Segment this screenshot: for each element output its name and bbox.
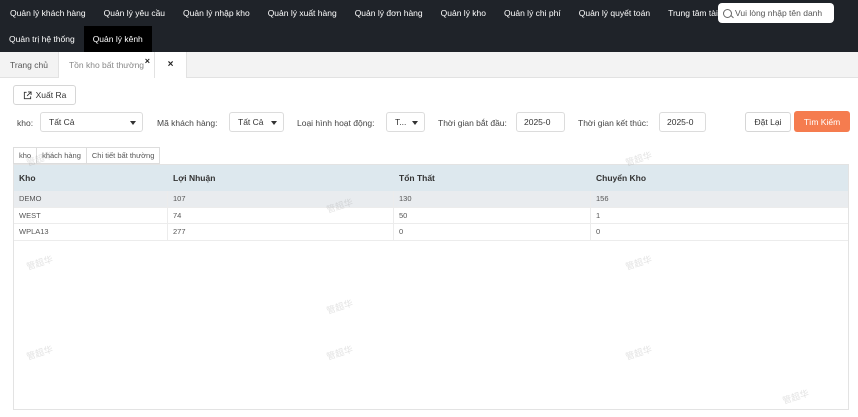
warehouse-filter-label: kho: [17, 118, 34, 128]
chevron-down-icon [412, 121, 418, 125]
table-cell: 1 [596, 210, 601, 220]
table-cell: 107 [168, 191, 394, 207]
nav-cost-management[interactable]: Quản lý chi phí [504, 8, 561, 18]
column-header-loss[interactable]: Tổn Thất [394, 165, 591, 191]
page-tabs: Trang chủ Tồn kho bất thường × × [0, 52, 858, 78]
nav-search-input[interactable] [735, 8, 835, 18]
end-time-input[interactable]: 2025-0 [659, 112, 706, 132]
table-cell: 277 [168, 224, 394, 240]
reset-button[interactable]: Đặt Lại [745, 112, 791, 132]
table-cell: 74 [168, 207, 394, 223]
table-cell: 156 [596, 194, 609, 203]
chevron-down-icon [271, 121, 277, 125]
report-subtabs: kho khách hàng Chi tiết bất thường [13, 147, 161, 164]
nav-request-management[interactable]: Quản lý yêu cầu [104, 8, 165, 18]
subtab-abnormal-details[interactable]: Chi tiết bất thường [85, 147, 161, 164]
nav-row-secondary: Quản trị hệ thống Quản lý kênh [0, 26, 858, 52]
nav-outbound-management[interactable]: Quản lý xuất hàng [268, 8, 337, 18]
tab-abnormal-inventory[interactable]: Tồn kho bất thường × [58, 52, 156, 78]
table-header: Kho Lợi Nhuận Tổn Thất Chuyển Kho [14, 165, 848, 191]
table-cell: 0 [596, 227, 601, 236]
nav-system-admin[interactable]: Quản trị hệ thống [0, 26, 84, 52]
activity-type-filter-label: Loại hình hoạt động: [297, 118, 375, 128]
start-time-input[interactable]: 2025-0 [516, 112, 565, 132]
nav-channel-management[interactable]: Quản lý kênh [83, 26, 152, 52]
warehouse-select-value: Tất Cả [49, 117, 75, 127]
export-icon [23, 90, 32, 99]
nav-order-management[interactable]: Quản lý đơn hàng [355, 8, 423, 18]
nav-customer-management[interactable]: Quản lý khách hàng [10, 8, 86, 18]
table-cell: 0 [394, 224, 591, 240]
table-cell: 130 [394, 191, 591, 207]
export-button[interactable]: Xuất Ra [13, 85, 76, 105]
warehouse-select[interactable]: Tất Cả [40, 112, 143, 132]
customer-select-value: Tất Cả [238, 117, 264, 127]
customer-filter-label: Mã khách hàng: [157, 118, 218, 128]
table-row[interactable]: WPLA13 277 0 0 [14, 224, 848, 241]
activity-type-select-value: T... [395, 117, 407, 127]
column-header-profit[interactable]: Lợi Nhuận [168, 165, 394, 191]
top-nav: Quản lý khách hàng Quản lý yêu cầu Quản … [0, 0, 858, 52]
nav-settlement-management[interactable]: Quản lý quyết toán [579, 8, 650, 18]
subtab-warehouse[interactable]: kho [13, 147, 37, 164]
table-cell: WPLA13 [14, 224, 168, 240]
close-all-tabs-button[interactable]: × [155, 52, 188, 78]
table-cell: DEMO [14, 191, 168, 207]
nav-inbound-management[interactable]: Quản lý nhập kho [183, 8, 250, 18]
table-cell: WEST [14, 207, 168, 223]
table-row[interactable]: DEMO 107 130 156 [14, 191, 848, 208]
nav-warehouse-management[interactable]: Quản lý kho [441, 8, 486, 18]
search-icon [723, 8, 732, 18]
subtab-customer[interactable]: khách hàng [36, 147, 86, 164]
close-icon[interactable]: × [145, 48, 150, 74]
end-time-filter-label: Thời gian kết thúc: [578, 118, 649, 128]
column-header-transfer[interactable]: Chuyển Kho [591, 165, 848, 191]
export-label: Xuất Ra [35, 90, 67, 100]
tab-abnormal-inventory-label: Tồn kho bất thường [68, 60, 145, 70]
customer-select[interactable]: Tất Cả [229, 112, 284, 132]
inventory-table: Kho Lợi Nhuận Tổn Thất Chuyển Kho DEMO 1… [13, 164, 849, 410]
nav-search-box[interactable] [718, 3, 835, 23]
tab-home[interactable]: Trang chủ [0, 52, 59, 78]
table-cell: 50 [394, 207, 591, 223]
activity-type-select[interactable]: T... [386, 112, 425, 132]
column-header-warehouse[interactable]: Kho [14, 165, 168, 191]
search-button[interactable]: Tìm Kiếm [794, 111, 850, 132]
table-row[interactable]: WEST 74 50 1 [14, 207, 848, 224]
chevron-down-icon [130, 121, 136, 125]
start-time-filter-label: Thời gian bắt đầu: [438, 118, 507, 128]
